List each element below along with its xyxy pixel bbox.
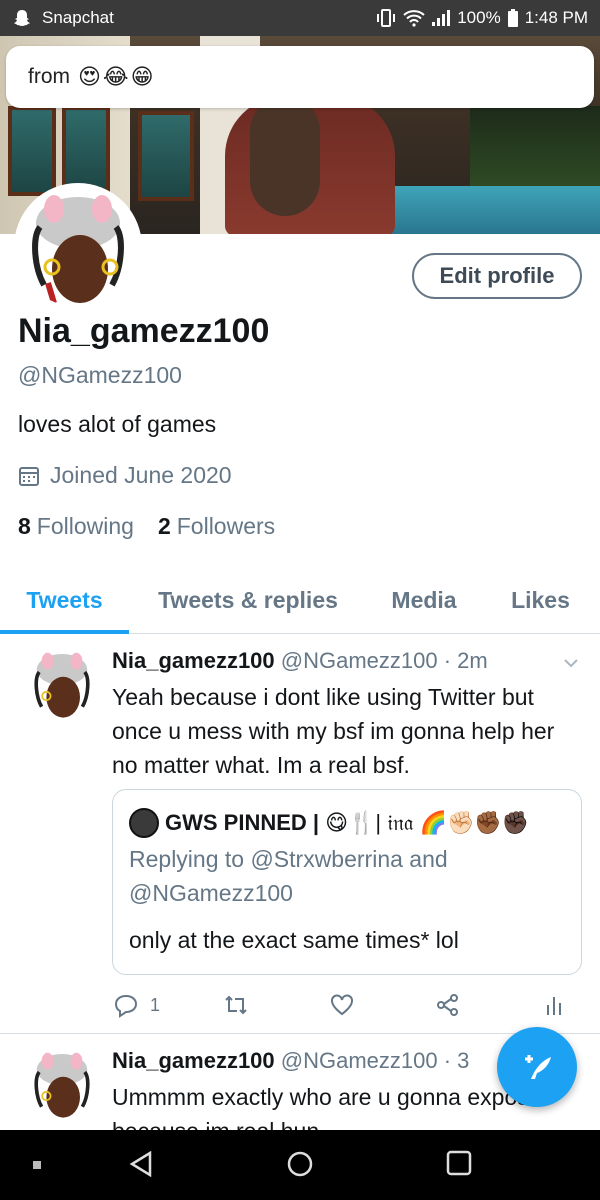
quoted-tweet-reply-context: Replying to @Strxwberrina and @NGamezz10… — [129, 842, 448, 910]
profile-avatar[interactable] — [14, 183, 142, 311]
analytics-icon — [547, 997, 561, 1015]
retweet-icon — [225, 995, 247, 1015]
like-icon — [331, 994, 353, 1016]
retweet-button[interactable] — [222, 991, 328, 1019]
reply-context-line: @NGamezz100 — [129, 880, 293, 906]
tweet-header: Nia_gamezz100 @NGamezz100 · 3 — [112, 1048, 469, 1074]
status-time: 1:48 PM — [524, 8, 588, 27]
analytics-button[interactable] — [540, 991, 572, 1019]
quoted-tweet-author-suffix: 😋🍴| 𝔦𝔫𝔞 🌈✊🏻✊🏾✊🏿 — [325, 810, 530, 835]
reply-button[interactable]: 1 — [112, 991, 222, 1019]
profile-display-name: Nia_gamezz100 — [18, 312, 270, 350]
tweet-header: Nia_gamezz100 @NGamezz100 · 2m — [112, 648, 488, 674]
tweet[interactable]: Nia_gamezz100 @NGamezz100 · 2m Yeah beca… — [0, 634, 600, 1034]
quoted-tweet-author: GWS PINNED | — [165, 810, 320, 835]
compose-tweet-button[interactable] — [497, 1027, 577, 1107]
tab-likes[interactable]: Likes — [481, 568, 600, 632]
notification-emojis: 😍😂😁 — [78, 64, 156, 89]
edit-profile-button[interactable]: Edit profile — [412, 253, 582, 299]
tab-tweets[interactable]: Tweets — [0, 568, 129, 634]
reply-count: 1 — [150, 994, 161, 1015]
followers-label: Followers — [176, 513, 276, 539]
status-app-name: Snapchat — [42, 8, 114, 27]
following-label: Following — [36, 513, 134, 539]
snapchat-notification[interactable]: from 😍😂😁 — [6, 46, 594, 108]
following-link[interactable]: 8 Following — [18, 513, 134, 540]
followers-link[interactable]: 2 Followers — [158, 513, 275, 540]
quoted-tweet-header: GWS PINNED | 😋🍴| 𝔦𝔫𝔞 🌈✊🏻✊🏾✊🏿 — [129, 808, 529, 838]
calendar-icon — [19, 466, 39, 486]
reply-icon — [114, 994, 138, 1018]
profile-bio: loves alot of games — [18, 411, 217, 437]
profile-handle: @NGamezz100 — [18, 362, 182, 388]
snapchat-ghost-icon — [14, 10, 30, 26]
tweet-author-name[interactable]: Nia_gamezz100 — [112, 1048, 275, 1073]
joined-text: Joined June 2020 — [50, 462, 232, 488]
tweet-text: Yeah because i dont like using Twitter b… — [112, 684, 555, 778]
tab-tweets-replies[interactable]: Tweets & replies — [129, 568, 367, 632]
profile-stats: 8 Following 2 Followers — [18, 513, 275, 540]
quoted-tweet-avatar — [129, 808, 159, 838]
like-button[interactable] — [328, 991, 434, 1019]
tweet-avatar[interactable] — [26, 1048, 98, 1120]
signal-icon — [432, 10, 451, 26]
compose-icon — [525, 1055, 551, 1079]
chevron-down-icon[interactable] — [562, 654, 580, 672]
status-bar: Snapchat 100% 1:48 PM — [0, 0, 600, 36]
recents-icon[interactable] — [446, 1150, 472, 1176]
tab-media[interactable]: Media — [367, 568, 481, 632]
reply-context-line: Replying to @Strxwberrina and — [129, 846, 448, 872]
tweet-actions: 1 — [112, 990, 572, 1020]
share-button[interactable] — [434, 991, 540, 1019]
tweet-author-name[interactable]: Nia_gamezz100 — [112, 648, 275, 673]
wifi-icon — [403, 10, 425, 27]
followers-count: 2 — [157, 513, 171, 539]
home-icon[interactable] — [286, 1150, 314, 1178]
joined-date: Joined June 2020 — [18, 462, 232, 489]
battery-icon — [507, 9, 518, 27]
profile-tabs: Tweets Tweets & replies Media Likes — [0, 568, 600, 634]
vibrate-icon — [377, 9, 396, 27]
quoted-tweet[interactable]: GWS PINNED | 😋🍴| 𝔦𝔫𝔞 🌈✊🏻✊🏾✊🏿 Replying to… — [112, 789, 582, 975]
back-icon[interactable] — [128, 1150, 154, 1178]
android-nav-bar — [0, 1130, 600, 1200]
battery-percent: 100% — [457, 8, 501, 27]
following-count: 8 — [18, 513, 31, 539]
dot-icon — [33, 1161, 41, 1169]
tweet-meta: @NGamezz100 · 3 — [280, 1048, 470, 1073]
quoted-tweet-text: only at the exact same times* lol — [129, 927, 459, 953]
notification-text: from — [28, 65, 70, 88]
share-icon — [437, 994, 458, 1016]
tweet-meta: @NGamezz100 · 2m — [280, 648, 488, 673]
tweet-avatar[interactable] — [26, 648, 98, 720]
